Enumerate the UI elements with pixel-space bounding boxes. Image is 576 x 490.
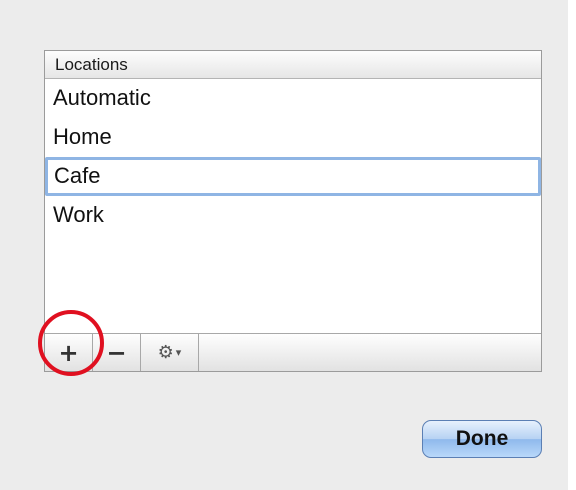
chevron-down-icon: ▾ xyxy=(175,346,182,359)
done-button[interactable]: Done xyxy=(422,420,542,458)
minus-icon: − xyxy=(106,338,127,367)
gear-icon: ⚙ xyxy=(157,342,174,363)
location-item-work[interactable]: Work xyxy=(45,196,541,235)
plus-icon: + xyxy=(58,338,79,367)
remove-location-button[interactable]: − xyxy=(93,334,141,371)
location-item-automatic[interactable]: Automatic xyxy=(45,79,541,118)
locations-toolbar: + − ⚙ ▾ xyxy=(45,333,541,371)
action-menu-button[interactable]: ⚙ ▾ xyxy=(141,334,199,371)
location-item-cafe-editing[interactable]: Cafe xyxy=(45,157,541,196)
add-location-button[interactable]: + xyxy=(45,334,93,371)
locations-list: Locations Automatic Home Cafe Work + − ⚙… xyxy=(44,50,542,372)
location-item-home[interactable]: Home xyxy=(45,118,541,157)
locations-rows: Automatic Home Cafe Work xyxy=(45,79,541,235)
locations-header: Locations xyxy=(45,51,541,79)
locations-sheet: Locations Automatic Home Cafe Work + − ⚙… xyxy=(0,0,568,490)
